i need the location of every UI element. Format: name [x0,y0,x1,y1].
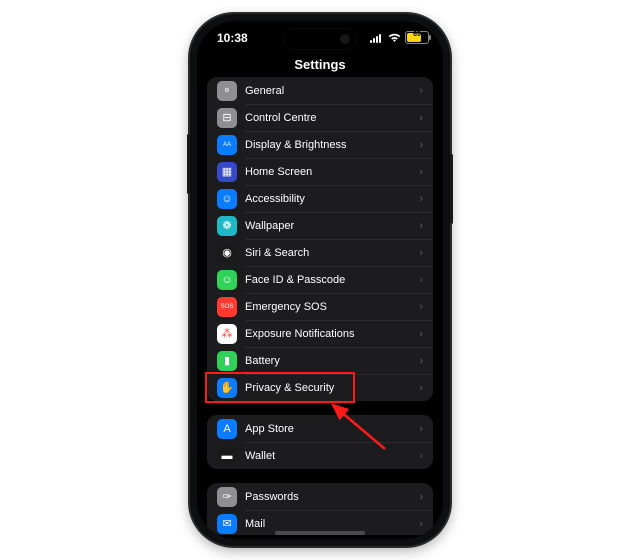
settings-row-wallpaper[interactable]: ❁ Wallpaper › [207,212,433,239]
chevron-right-icon: › [419,247,423,259]
settings-row-control-centre[interactable]: ⊟ Control Centre › [207,104,433,131]
settings-row-wallet[interactable]: ▬ Wallet › [207,442,433,469]
settings-row-app-store[interactable]: A App Store › [207,415,433,442]
cellular-icon [370,33,384,43]
settings-group: A App Store › ▬ Wallet › [207,415,433,469]
wallet-icon: ▬ [217,446,237,466]
row-label: Privacy & Security [245,382,413,394]
chevron-right-icon: › [419,274,423,286]
status-indicators: 69 [370,31,429,44]
row-label: Siri & Search [245,247,413,259]
settings-row-emergency-sos[interactable]: SOS Emergency SOS › [207,293,433,320]
row-label: Wallet [245,450,413,462]
row-label: Exposure Notifications [245,328,413,340]
canvas: 10:38 69 Settings ⚙︎General›⊟Control Cen… [0,0,640,560]
row-label: General [245,85,413,97]
siri-icon: ◉ [217,243,237,263]
chevron-right-icon: › [419,423,423,435]
iphone-frame: 10:38 69 Settings ⚙︎General›⊟Control Cen… [190,14,450,546]
settings-row-general[interactable]: ⚙︎ General › [207,77,433,104]
mail-icon: ✉ [217,514,237,534]
row-label: Accessibility [245,193,413,205]
settings-row-battery[interactable]: ▮ Battery › [207,347,433,374]
wifi-icon [388,33,401,43]
chevron-right-icon: › [419,112,423,124]
settings-row-accessibility[interactable]: ☺ Accessibility › [207,185,433,212]
chevron-right-icon: › [419,139,423,151]
status-bar: 10:38 69 [197,21,443,55]
row-label: Battery [245,355,413,367]
battery-level: 69 [406,31,428,38]
chevron-right-icon: › [419,355,423,367]
hand-icon: ✋ [217,378,237,398]
dynamic-island [284,29,356,49]
row-label: Emergency SOS [245,301,413,313]
settings-row-display-brightness[interactable]: AA Display & Brightness › [207,131,433,158]
row-label: Passwords [245,491,413,503]
battery-icon: 69 [405,31,429,44]
settings-group: ✑ Passwords › ✉ Mail › [207,483,433,535]
exposure-icon: ⁂ [217,324,237,344]
gear-icon: ⚙︎ [217,81,237,101]
chevron-right-icon: › [419,382,423,394]
row-label: Display & Brightness [245,139,413,151]
settings-row-passwords[interactable]: ✑ Passwords › [207,483,433,510]
chevron-right-icon: › [419,166,423,178]
row-label: Mail [245,518,413,530]
settings-row-siri-search[interactable]: ◉ Siri & Search › [207,239,433,266]
chevron-right-icon: › [419,518,423,530]
status-time: 10:38 [217,31,248,45]
screen: 10:38 69 Settings ⚙︎General›⊟Control Cen… [197,21,443,539]
sliders-icon: ⊟ [217,108,237,128]
grid-icon: ▦ [217,162,237,182]
settings-row-privacy-security[interactable]: ✋ Privacy & Security › [207,374,433,401]
settings-list[interactable]: ⚙︎ General › ⊟ Control Centre › AA Display & Br… [197,77,443,535]
row-label: Control Centre [245,112,413,124]
appstore-icon: A [217,419,237,439]
settings-row-face-id-passcode[interactable]: ☺ Face ID & Passcode › [207,266,433,293]
person-icon: ☺ [217,189,237,209]
chevron-right-icon: › [419,85,423,97]
row-label: Home Screen [245,166,413,178]
row-label: Wallpaper [245,220,413,232]
battery-icon: ▮ [217,351,237,371]
settings-row-home-screen[interactable]: ▦ Home Screen › [207,158,433,185]
sos-icon: SOS [217,297,237,317]
row-label: Face ID & Passcode [245,274,413,286]
row-label: App Store [245,423,413,435]
chevron-right-icon: › [419,450,423,462]
settings-group: ⚙︎ General › ⊟ Control Centre › AA Display & Br… [207,77,433,401]
chevron-right-icon: › [419,193,423,205]
aa-icon: AA [217,135,237,155]
chevron-right-icon: › [419,491,423,503]
key-icon: ✑ [217,487,237,507]
chevron-right-icon: › [419,220,423,232]
settings-row-exposure-notif[interactable]: ⁂ Exposure Notifications › [207,320,433,347]
chevron-right-icon: › [419,301,423,313]
faceid-icon: ☺ [217,270,237,290]
flower-icon: ❁ [217,216,237,236]
chevron-right-icon: › [419,328,423,340]
home-indicator [275,531,365,535]
